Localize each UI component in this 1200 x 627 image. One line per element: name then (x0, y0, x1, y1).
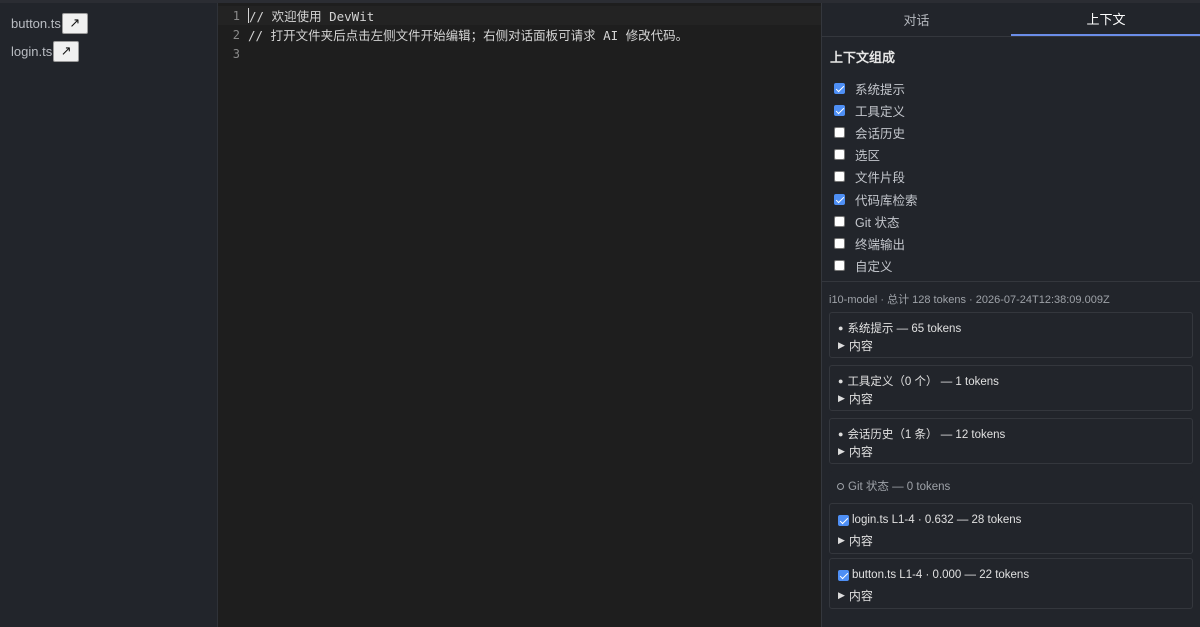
context-card: ● 系统提示 — 65 tokens ▶ 内容 (829, 312, 1193, 358)
option-label[interactable]: 文件片段 (855, 167, 905, 186)
tab-chat[interactable]: 对话 (822, 3, 1011, 36)
snippet-checkbox[interactable] (838, 514, 849, 526)
context-option[interactable]: 代码库检索 (834, 188, 918, 210)
context-card: login.ts L1-4 · 0.632 — 28 tokens ▶ 内容 (829, 503, 1193, 554)
content-toggle[interactable]: ▶ 内容 (838, 337, 873, 354)
checkbox[interactable] (834, 171, 845, 183)
context-card: ● 会话历史（1 条） — 12 tokens ▶ 内容 (829, 418, 1193, 464)
file-explorer: button.ts ↗ login.ts ↗ (0, 3, 218, 627)
snippet-checkbox[interactable] (838, 569, 849, 581)
toggle-label[interactable]: 内容 (849, 390, 873, 407)
context-summary: i10-model · 总计 128 tokens · 2026-07-24T1… (829, 294, 1110, 306)
expand-triangle-icon[interactable]: ▶ (838, 590, 845, 601)
file-name[interactable]: button.ts (11, 16, 61, 31)
checkbox[interactable] (834, 126, 845, 138)
tab-context[interactable]: 上下文 (1011, 3, 1200, 36)
open-file-button[interactable]: ↗ (53, 40, 80, 62)
context-option[interactable]: Git 状态 (834, 210, 899, 232)
expand-triangle-icon[interactable]: ▶ (838, 446, 845, 457)
card-title: 会话历史（1 条） — 12 tokens (847, 429, 1006, 441)
toggle-label[interactable]: 内容 (849, 443, 873, 460)
divider (822, 281, 1200, 282)
card-title: Git 状态 — 0 tokens (848, 481, 951, 493)
context-card: ● 工具定义（0 个） — 1 tokens ▶ 内容 (829, 365, 1193, 411)
content-toggle[interactable]: ▶ 内容 (838, 390, 873, 407)
panel-tabs: 对话 上下文 (822, 3, 1200, 37)
bullet-icon: ● (838, 323, 844, 333)
card-title: 系统提示 — 65 tokens (847, 323, 962, 335)
bullet-icon: ● (838, 376, 844, 386)
assistant-panel: 对话 上下文 上下文组成 系统提示工具定义会话历史选区文件片段代码库检索 Git … (821, 3, 1200, 627)
context-option[interactable]: 工具定义 (834, 99, 905, 121)
toggle-label[interactable]: 内容 (849, 587, 873, 604)
card-header: button.ts L1-4 · 0.000 — 22 tokens (838, 569, 1029, 581)
toggle-label[interactable]: 内容 (849, 337, 873, 354)
checkbox[interactable] (834, 260, 845, 272)
checkbox[interactable] (834, 104, 845, 116)
file-item-login[interactable]: login.ts ↗ (11, 40, 80, 62)
checkbox[interactable] (834, 149, 845, 161)
context-option[interactable]: 自定义 (834, 255, 893, 277)
code-editor[interactable]: 1 // 欢迎使用 DevWit 2 // 打开文件夹后点击左侧文件开始编辑；右… (218, 3, 821, 627)
content-toggle[interactable]: ▶ 内容 (838, 532, 873, 549)
file-name[interactable]: login.ts (11, 44, 52, 59)
toggle-label[interactable]: 内容 (849, 532, 873, 549)
open-file-button[interactable]: ↗ (61, 12, 88, 34)
option-label[interactable]: 选区 (855, 145, 880, 164)
checkbox[interactable] (834, 193, 845, 205)
option-label[interactable]: 终端输出 (855, 234, 905, 253)
card-title: login.ts L1-4 · 0.632 — 28 tokens (852, 514, 1022, 526)
card-header: ● 会话历史（1 条） — 12 tokens (838, 426, 1005, 442)
card-header: login.ts L1-4 · 0.632 — 28 tokens (838, 514, 1021, 526)
expand-triangle-icon[interactable]: ▶ (838, 393, 845, 404)
context-option[interactable]: 会话历史 (834, 121, 905, 143)
content-toggle[interactable]: ▶ 内容 (838, 587, 873, 604)
context-card: Git 状态 — 0 tokens (829, 471, 1193, 499)
card-header: Git 状态 — 0 tokens (837, 478, 950, 494)
empty-circle-icon (837, 482, 844, 490)
context-card: button.ts L1-4 · 0.000 — 22 tokens ▶ 内容 (829, 558, 1193, 609)
editor-line[interactable]: 3 (218, 44, 821, 63)
card-header: ● 工具定义（0 个） — 1 tokens (838, 373, 999, 389)
editor-line[interactable]: 1 // 欢迎使用 DevWit (218, 6, 821, 25)
file-item-button[interactable]: button.ts ↗ (11, 12, 88, 34)
line-text[interactable]: // 欢迎使用 DevWit (249, 6, 374, 25)
option-label[interactable]: Git 状态 (855, 212, 899, 231)
option-label[interactable]: 系统提示 (855, 79, 905, 98)
checkbox[interactable] (834, 215, 845, 227)
bullet-icon: ● (838, 429, 844, 439)
line-number: 1 (232, 8, 240, 23)
expand-triangle-icon[interactable]: ▶ (838, 535, 845, 546)
line-number: 2 (232, 27, 240, 42)
option-label[interactable]: 代码库检索 (855, 190, 918, 209)
editor-line[interactable]: 2 // 打开文件夹后点击左侧文件开始编辑；右侧对话面板可请求 AI 修改代码。 (218, 25, 821, 44)
card-header: ● 系统提示 — 65 tokens (838, 320, 961, 336)
context-option[interactable]: 终端输出 (834, 232, 905, 254)
option-label[interactable]: 工具定义 (855, 101, 905, 120)
context-option[interactable]: 选区 (834, 144, 880, 166)
context-option[interactable]: 系统提示 (834, 77, 905, 99)
context-option[interactable]: 文件片段 (834, 166, 905, 188)
checkbox[interactable] (834, 82, 845, 94)
option-label[interactable]: 会话历史 (855, 123, 905, 142)
card-title: button.ts L1-4 · 0.000 — 22 tokens (852, 569, 1030, 581)
card-title: 工具定义（0 个） — 1 tokens (847, 376, 999, 388)
expand-triangle-icon[interactable]: ▶ (838, 340, 845, 351)
content-toggle[interactable]: ▶ 内容 (838, 443, 873, 460)
checkbox[interactable] (834, 237, 845, 249)
line-number: 3 (232, 46, 240, 61)
line-text[interactable]: // 打开文件夹后点击左侧文件开始编辑；右侧对话面板可请求 AI 修改代码。 (248, 25, 688, 44)
section-title: 上下文组成 (830, 50, 896, 65)
option-label[interactable]: 自定义 (855, 256, 893, 275)
